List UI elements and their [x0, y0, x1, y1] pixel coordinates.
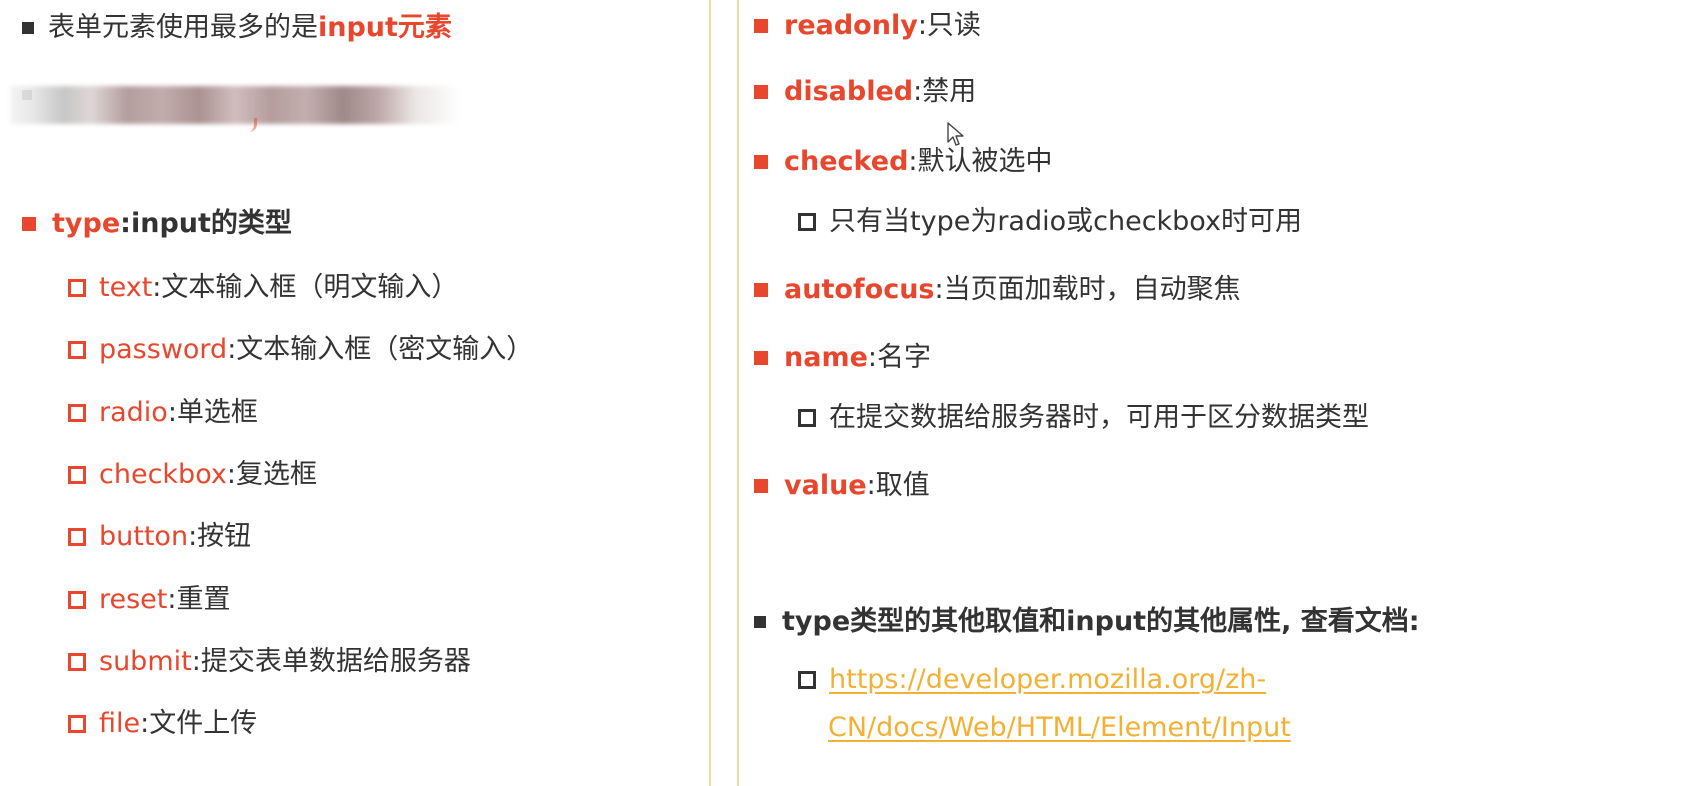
square-bullet-icon [754, 616, 766, 628]
type-name: text [99, 272, 153, 303]
type-item-submit: submit : 提交表单数据给服务器 [68, 642, 471, 682]
type-sep: : [140, 708, 150, 739]
attr-sep: : [908, 146, 918, 177]
type-name: checkbox [99, 459, 227, 490]
type-sep: : [167, 397, 177, 428]
hollow-square-bullet-icon [68, 528, 86, 546]
square-bullet-icon [754, 283, 768, 297]
column-divider-left [709, 0, 711, 786]
docs-link-row-2: CN/docs/Web/HTML/Element/Input [828, 708, 1291, 748]
attr-sep: : [867, 342, 877, 373]
hollow-square-bullet-icon [68, 653, 86, 671]
type-sep: : [226, 459, 236, 490]
square-bullet-icon [22, 22, 34, 34]
type-name: button [99, 521, 189, 552]
type-sep: : [188, 521, 198, 552]
type-desc: 文件上传 [149, 708, 258, 739]
type-sep: : [152, 272, 162, 303]
type-sep: : [227, 334, 237, 365]
hollow-square-bullet-icon [798, 409, 816, 427]
hollow-square-bullet-icon [68, 591, 86, 609]
attr-desc: 当页面加载时，自动聚焦 [943, 274, 1241, 305]
type-item-text: text : 文本输入框（明文输入） [68, 268, 458, 308]
column-divider-right [737, 0, 739, 786]
attr-name: value [784, 470, 867, 501]
type-desc: 重置 [176, 584, 231, 615]
name-note: 在提交数据给服务器时，可用于区分数据类型 [798, 398, 1369, 438]
type-item-file: file : 文件上传 [68, 704, 257, 744]
attr-name: autofocus [784, 274, 935, 305]
square-bullet-icon [754, 479, 768, 493]
type-item-button: button : 按钮 [68, 517, 251, 557]
blurred-fragment [244, 118, 257, 132]
attr-desc: 默认被选中 [917, 146, 1053, 177]
attr-autofocus: autofocus : 当页面加载时，自动聚焦 [754, 270, 1241, 310]
attr-name: readonly [784, 10, 918, 41]
hollow-square-bullet-icon [68, 404, 86, 422]
docs-link-row: https://developer.mozilla.org/zh- [798, 660, 1266, 700]
square-bullet-icon [754, 85, 768, 99]
checked-note-text: 只有当type为radio或checkbox时可用 [829, 206, 1302, 237]
type-item-reset: reset : 重置 [68, 580, 231, 620]
docs-link-line2[interactable]: CN/docs/Web/HTML/Element/Input [828, 710, 1291, 746]
mouse-cursor-icon [947, 122, 964, 146]
type-heading-desc: input的类型 [130, 208, 292, 239]
attr-name: name [784, 342, 868, 373]
hollow-square-bullet-icon [68, 341, 86, 359]
attr-name-row: name : 名字 [754, 338, 931, 378]
square-bullet-icon [754, 155, 768, 169]
type-name: file [99, 708, 141, 739]
attr-value: value : 取值 [754, 466, 930, 506]
type-name: submit [99, 646, 192, 677]
type-name: reset [99, 584, 168, 615]
type-desc: 提交表单数据给服务器 [200, 646, 471, 677]
type-name: password [99, 334, 228, 365]
attr-sep: : [913, 76, 923, 107]
slide: 表单元素使用最多的是 input元素 type : input的类型 text … [0, 0, 1701, 786]
attr-readonly: readonly : 只读 [754, 6, 981, 46]
type-heading-label: type [52, 208, 121, 239]
type-heading-sep: : [120, 208, 131, 239]
attr-name: checked [784, 146, 909, 177]
type-sep: : [167, 584, 177, 615]
hollow-square-bullet-icon [798, 213, 816, 231]
attr-sep: : [917, 10, 927, 41]
hollow-square-bullet-icon [68, 466, 86, 484]
hollow-square-bullet-icon [798, 671, 816, 689]
attr-desc: 名字 [877, 342, 931, 373]
hollow-square-bullet-icon [68, 279, 86, 297]
square-bullet-icon [754, 19, 768, 33]
type-item-radio: radio : 单选框 [68, 393, 258, 433]
docs-heading: type类型的其他取值和input的其他属性, 查看文档: [754, 602, 1420, 642]
attr-checked: checked : 默认被选中 [754, 142, 1053, 182]
type-desc: 文本输入框（密文输入） [236, 334, 534, 365]
intro-line: 表单元素使用最多的是 input元素 [22, 8, 452, 48]
square-bullet-icon [22, 217, 36, 231]
checked-note: 只有当type为radio或checkbox时可用 [798, 202, 1302, 242]
attr-sep: : [866, 470, 876, 501]
docs-link-line1[interactable]: https://developer.mozilla.org/zh- [829, 662, 1266, 698]
attr-desc: 取值 [875, 470, 930, 501]
name-note-text: 在提交数据给服务器时，可用于区分数据类型 [829, 402, 1369, 433]
type-desc: 单选框 [176, 397, 258, 428]
type-item-checkbox: checkbox : 复选框 [68, 455, 317, 495]
square-bullet-icon [754, 351, 768, 365]
type-item-password: password : 文本输入框（密文输入） [68, 330, 533, 370]
attr-desc: 禁用 [922, 76, 977, 107]
type-sep: : [191, 646, 201, 677]
blurred-redaction [10, 86, 460, 124]
attr-sep: : [934, 274, 944, 305]
attr-desc: 只读 [926, 10, 981, 41]
hollow-square-bullet-icon [68, 715, 86, 733]
docs-heading-text: type类型的其他取值和input的其他属性, 查看文档: [782, 606, 1420, 637]
type-name: radio [99, 397, 168, 428]
type-desc: 文本输入框（明文输入） [161, 272, 459, 303]
type-desc: 复选框 [235, 459, 317, 490]
attr-name: disabled [784, 76, 914, 107]
intro-highlight: input元素 [318, 12, 452, 43]
type-heading: type : input的类型 [22, 204, 292, 244]
type-desc: 按钮 [197, 521, 252, 552]
attr-disabled: disabled : 禁用 [754, 72, 976, 112]
intro-text: 表单元素使用最多的是 [48, 12, 318, 43]
